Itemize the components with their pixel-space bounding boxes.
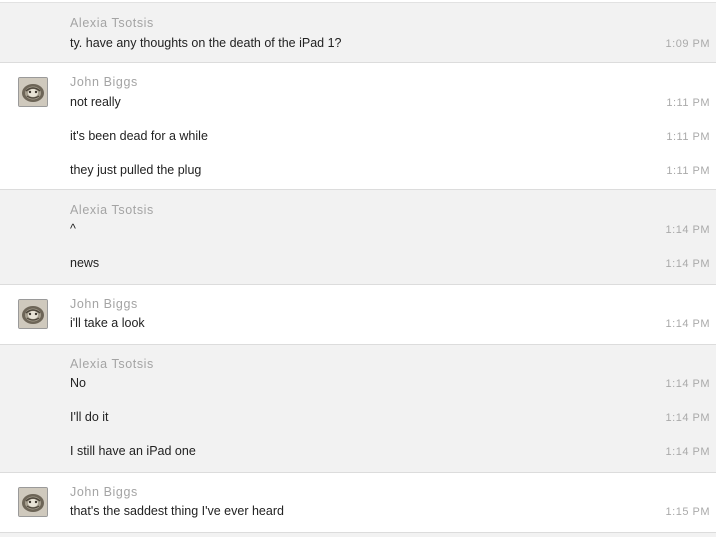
sender-name: Alexia Tsotsis	[70, 357, 154, 371]
chat-message[interactable]: not really 1:11 PM	[0, 93, 716, 111]
message-timestamp: 1:09 PM	[665, 38, 710, 50]
sender-name: Alexia Tsotsis	[70, 16, 154, 30]
message-text: they just pulled the plug	[70, 163, 202, 177]
message-text: I still have an iPad one	[70, 444, 196, 458]
message-text: that's the saddest thing I've ever heard	[70, 504, 284, 518]
message-text: ^	[70, 222, 76, 236]
message-timestamp: 1:14 PM	[665, 446, 710, 458]
message-timestamp: 1:14 PM	[665, 318, 710, 330]
chat-message[interactable]: news 1:14 PM	[0, 254, 716, 272]
chat-message[interactable]: i'll take a look 1:14 PM	[0, 314, 716, 332]
chat-transcript: Alexia Tsotsis ty. have any thoughts on …	[0, 0, 718, 537]
chat-message[interactable]: it's been dead for a while 1:11 PM	[0, 127, 716, 145]
sender-name: John Biggs	[70, 75, 138, 89]
message-text: not really	[70, 95, 121, 109]
message-text: news	[70, 256, 100, 270]
message-timestamp: 1:11 PM	[666, 97, 710, 109]
message-group: John Biggs i'll take a look 1:14 PM	[0, 285, 716, 345]
message-group: John Biggs that's the saddest thing I've…	[0, 473, 716, 533]
message-text: it's been dead for a while	[70, 129, 208, 143]
message-timestamp: 1:15 PM	[665, 506, 710, 518]
message-timestamp: 1:14 PM	[665, 412, 710, 424]
message-group: Alexia Tsotsis ty. have any thoughts on …	[0, 2, 716, 63]
chat-message[interactable]: I still have an iPad one 1:14 PM	[0, 442, 716, 460]
message-text: No	[70, 376, 86, 390]
chat-message[interactable]: they just pulled the plug 1:11 PM	[0, 161, 716, 179]
message-group: Alexia Tsotsis ^ 1:14 PM news 1:14 PM	[0, 190, 716, 285]
chat-message[interactable]: I'll do it 1:14 PM	[0, 408, 716, 426]
message-timestamp: 1:14 PM	[665, 258, 710, 270]
message-timestamp: 1:14 PM	[665, 224, 710, 236]
sender-name: Alexia Tsotsis	[70, 203, 154, 217]
chat-message[interactable]: No 1:14 PM	[0, 374, 716, 392]
message-text: ty. have any thoughts on the death of th…	[70, 36, 342, 50]
message-group: Alexia Tsotsis No 1:14 PM I'll do it 1:1…	[0, 345, 716, 473]
sender-name: John Biggs	[70, 485, 138, 499]
message-timestamp: 1:14 PM	[665, 378, 710, 390]
chat-message[interactable]: ty. have any thoughts on the death of th…	[0, 34, 716, 52]
message-group: John Biggs not really 1:11 PM it's been …	[0, 63, 716, 190]
chat-message[interactable]: ^ 1:14 PM	[0, 220, 716, 238]
message-text: i'll take a look	[70, 316, 145, 330]
chat-message[interactable]: that's the saddest thing I've ever heard…	[0, 502, 716, 520]
message-timestamp: 1:11 PM	[666, 131, 710, 143]
sender-name: John Biggs	[70, 297, 138, 311]
message-group-partial	[0, 533, 716, 537]
message-timestamp: 1:11 PM	[666, 165, 710, 177]
message-text: I'll do it	[70, 410, 109, 424]
